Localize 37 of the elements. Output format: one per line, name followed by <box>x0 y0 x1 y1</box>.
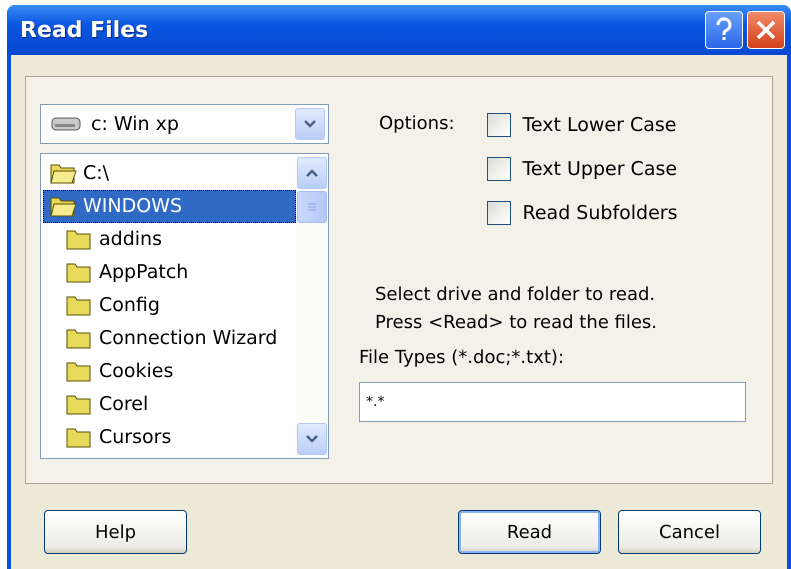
folder-item[interactable]: Connection Wizard <box>43 322 296 355</box>
dialog-button[interactable]: Read <box>458 510 601 554</box>
checkbox[interactable] <box>486 113 511 137</box>
checkbox-label: Read Subfolders <box>522 202 678 224</box>
chevron-up-icon <box>305 168 319 178</box>
folder-item[interactable]: Cursors <box>43 420 296 454</box>
folder-item[interactable]: addins <box>43 222 296 256</box>
folder-item[interactable]: Corel <box>43 388 296 421</box>
scroll-up-button[interactable] <box>297 156 327 189</box>
file-types-field[interactable]: *.* <box>359 382 746 422</box>
grip-icon <box>307 202 317 212</box>
help-button[interactable] <box>705 11 743 49</box>
window-title: Read Files <box>20 18 150 42</box>
folder-item[interactable]: AppPatch <box>43 256 296 289</box>
dialog-button[interactable]: Cancel <box>618 510 761 554</box>
folder-item[interactable]: WINDOWS <box>43 190 296 223</box>
question-mark-icon <box>715 17 733 43</box>
folder-item[interactable]: C:\ <box>43 156 296 190</box>
scrollbar-thumb[interactable] <box>297 190 327 223</box>
options-label: Options: <box>379 113 455 136</box>
scroll-down-button[interactable] <box>297 423 327 455</box>
checkbox-label: Text Upper Case <box>522 158 678 180</box>
instruction-text: Select drive and folder to read. <box>375 283 656 307</box>
checkbox-label: Text Lower Case <box>522 114 676 136</box>
dialog-button[interactable]: Help <box>44 510 187 554</box>
instruction-text: Press <Read> to read the files. <box>375 311 658 335</box>
chevron-down-icon <box>303 118 317 129</box>
folder-item[interactable]: Cookies <box>43 354 296 388</box>
checkbox[interactable] <box>486 201 511 225</box>
checkbox[interactable] <box>486 157 511 181</box>
close-button[interactable] <box>747 11 785 49</box>
folder-item[interactable]: Config <box>43 288 296 322</box>
file-types-label: File Types (*.doc;*.txt): <box>359 347 566 368</box>
close-icon <box>755 19 777 41</box>
drive-dropdown[interactable]: c: Win xp <box>40 104 329 144</box>
chevron-down-icon <box>305 434 319 444</box>
drive-icon <box>51 116 81 132</box>
